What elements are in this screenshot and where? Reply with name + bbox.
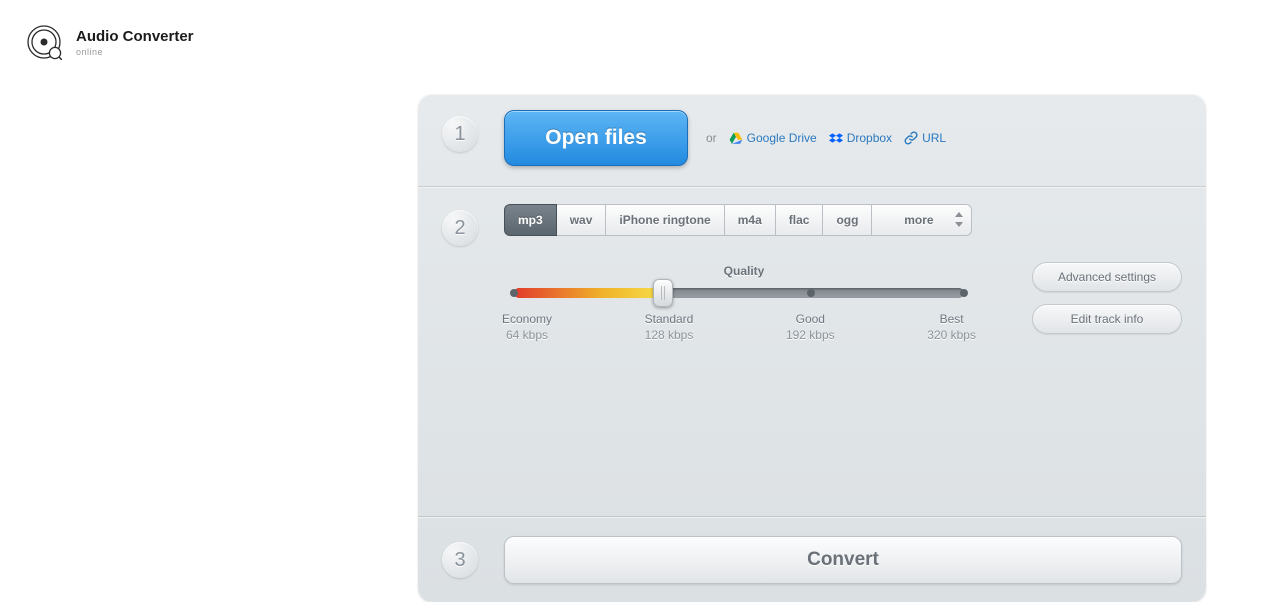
slider-tick-0 — [510, 289, 518, 297]
format-tabs: mp3 wav iPhone ringtone m4a flac ogg mor… — [504, 204, 984, 236]
legend-good: Good 192 kbps — [786, 312, 835, 342]
or-text: or — [706, 131, 717, 145]
slider-legend: Economy 64 kbps Standard 128 kbps Good 1… — [502, 312, 976, 342]
format-tab-ogg[interactable]: ogg — [823, 204, 872, 236]
legend-sub: 128 kbps — [645, 328, 694, 342]
legend-sub: 64 kbps — [502, 328, 552, 342]
step-number-3: 3 — [442, 542, 478, 578]
link-icon — [904, 131, 918, 145]
app-title: Audio Converter — [76, 28, 194, 45]
gdrive-icon — [729, 131, 743, 145]
slider-handle[interactable] — [653, 279, 673, 307]
step-2: 2 mp3 wav iPhone ringtone m4a flac ogg m… — [418, 187, 1206, 517]
main-panel: 1 Open files or Google Drive — [418, 94, 1206, 602]
quality-slider[interactable]: Economy 64 kbps Standard 128 kbps Good 1… — [514, 288, 964, 342]
step-3: 3 Convert — [418, 517, 1206, 602]
app-title-block: Audio Converter online — [76, 28, 194, 57]
gdrive-label: Google Drive — [747, 131, 817, 145]
url-label: URL — [922, 131, 946, 145]
edit-track-info-button[interactable]: Edit track info — [1032, 304, 1182, 334]
slider-track — [514, 288, 964, 298]
app-subtitle: online — [76, 47, 194, 57]
quality-title: Quality — [504, 264, 984, 278]
advanced-settings-button[interactable]: Advanced settings — [1032, 262, 1182, 292]
source-google-drive[interactable]: Google Drive — [729, 131, 817, 145]
open-files-label: Open files — [545, 126, 647, 150]
format-tab-iphone[interactable]: iPhone ringtone — [606, 204, 724, 236]
slider-fill — [514, 288, 663, 298]
legend-economy: Economy 64 kbps — [502, 312, 552, 342]
app-header: Audio Converter online — [26, 24, 194, 60]
legend-label: Standard — [645, 312, 694, 326]
legend-label: Good — [786, 312, 835, 326]
format-tab-m4a[interactable]: m4a — [725, 204, 776, 236]
record-icon — [26, 24, 62, 60]
format-tab-more[interactable]: more — [872, 204, 972, 236]
open-files-button[interactable]: Open files — [504, 110, 688, 166]
advanced-settings-label: Advanced settings — [1058, 270, 1156, 284]
legend-best: Best 320 kbps — [927, 312, 976, 342]
source-dropbox[interactable]: Dropbox — [829, 131, 892, 145]
step-1: 1 Open files or Google Drive — [418, 94, 1206, 187]
legend-standard: Standard 128 kbps — [645, 312, 694, 342]
convert-button[interactable]: Convert — [504, 536, 1182, 584]
dropbox-label: Dropbox — [847, 131, 892, 145]
legend-label: Economy — [502, 312, 552, 326]
quality-block: Quality Economy 64 kbps — [504, 264, 984, 342]
source-url[interactable]: URL — [904, 131, 946, 145]
side-actions: Advanced settings Edit track info — [1032, 262, 1182, 334]
legend-label: Best — [927, 312, 976, 326]
convert-label: Convert — [807, 549, 879, 571]
legend-sub: 192 kbps — [786, 328, 835, 342]
format-tab-wav[interactable]: wav — [557, 204, 607, 236]
slider-tick-2 — [807, 289, 815, 297]
step-number-1: 1 — [442, 116, 478, 152]
format-tab-flac[interactable]: flac — [776, 204, 824, 236]
step-number-2: 2 — [442, 210, 478, 246]
format-tab-mp3[interactable]: mp3 — [504, 204, 557, 236]
edit-track-info-label: Edit track info — [1071, 312, 1144, 326]
slider-tick-3 — [960, 289, 968, 297]
dropbox-icon — [829, 131, 843, 145]
alt-sources: or Google Drive Dropbox — [706, 131, 946, 145]
legend-sub: 320 kbps — [927, 328, 976, 342]
